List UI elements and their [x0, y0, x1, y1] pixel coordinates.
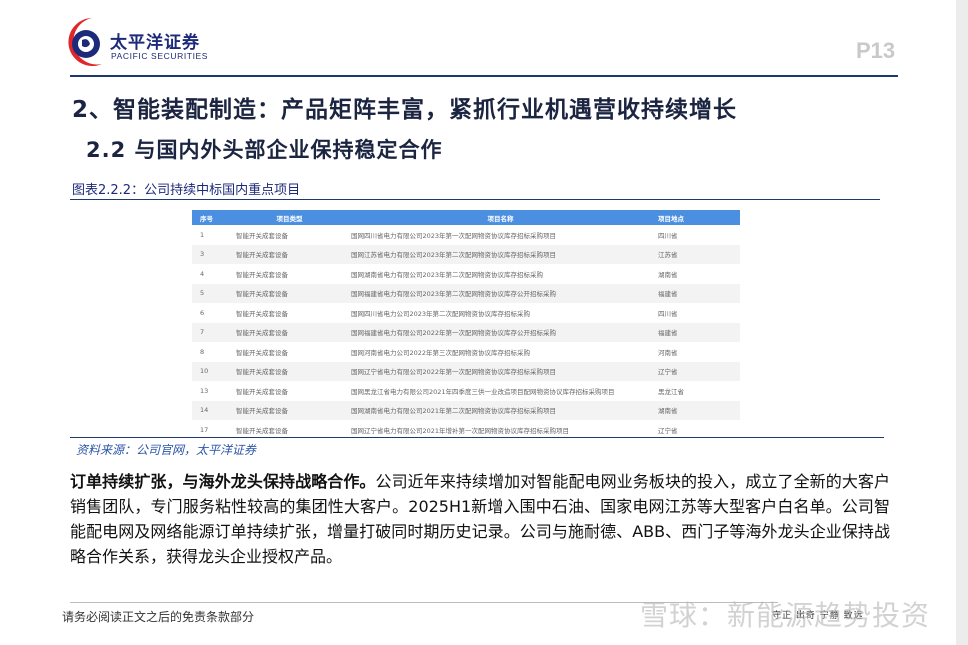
cell-name: 国网四川省电力公司2023年第二次配网物资协议库存招标采购 — [351, 309, 531, 318]
source-note: 资料来源：公司官网，太平洋证券 — [76, 443, 257, 457]
header-type: 项目类型 — [228, 210, 343, 225]
cell-type: 智能开关成套设备 — [236, 387, 288, 396]
table-row: 14 智能开关成套设备 国网湖南省电力有限公司2021年第二次配网物资协议库存招标采… — [192, 400, 740, 420]
table-row: 4 智能开关成套设备 国网湖南省电力有限公司2023年第二次配网物资协议库存招标采购… — [192, 264, 740, 284]
figure-caption: 图表2.2.2：公司持续中标国内重点项目 — [72, 183, 301, 198]
cell-seq: 8 — [200, 347, 205, 356]
header-divider — [70, 75, 898, 77]
brand-name-cn: 太平洋证券 — [110, 33, 200, 53]
caption-divider — [70, 199, 880, 200]
cell-seq: 10 — [192, 361, 228, 381]
source-divider — [70, 437, 884, 438]
cell-location: 河南省 — [658, 348, 678, 357]
cell-seq: 6 — [200, 308, 205, 317]
table-row: 1 智能开关成套设备 国网四川省电力有限公司2023年第一次配网物资协议库存招标采购… — [192, 225, 740, 245]
brand-logo: 太平洋证券 PACIFIC SECURITIES — [62, 14, 212, 68]
cell-seq: 14 — [192, 400, 228, 420]
pacific-logo-icon — [68, 18, 102, 66]
cell-name: 国网河南省电力公司2022年第三次配网物资协议库存招标采购 — [351, 348, 531, 357]
cell-location: 福建省 — [650, 283, 740, 303]
section-subtitle: 2.2 与国内外头部企业保持稳定合作 — [86, 138, 443, 162]
projects-table: 序号 项目类型 项目名称 项目地点 1 智能开关成套设备 国网四川省电力有限公司20… — [192, 210, 740, 440]
table-row: 5 智能开关成套设备 国网福建省电力有限公司2023年第二次配网物资协议库存公开招标… — [192, 283, 740, 303]
cell-seq: 1 — [200, 230, 205, 239]
cell-type: 智能开关成套设备 — [236, 231, 288, 240]
cell-location: 湖南省 — [650, 400, 740, 420]
cell-seq: 3 — [192, 244, 228, 264]
cell-location: 四川省 — [658, 231, 678, 240]
cell-location: 湖南省 — [658, 270, 678, 279]
cell-name: 国网福建省电力有限公司2023年第二次配网物资协议库存公开招标采购 — [343, 283, 650, 303]
cell-seq: 13 — [200, 386, 209, 395]
cell-location: 江苏省 — [650, 244, 740, 264]
footer-disclaimer: 请务必阅读正文之后的免责条款部分 — [62, 610, 255, 624]
cell-name: 国网江苏省电力有限公司2023年第二次配网物资协议库存招标采购项目 — [343, 244, 650, 264]
cell-name: 国网福建省电力有限公司2022年第一次配网物资协议库存公开招标采购 — [343, 322, 650, 342]
page-title: 2、智能装配制造：产品矩阵丰富，紧抓行业机遇营收持续增长 — [72, 97, 738, 123]
cell-name: 国网四川省电力有限公司2023年第一次配网物资协议库存招标采购项目 — [351, 231, 557, 240]
cell-location: 福建省 — [650, 322, 740, 342]
brand-name-en: PACIFIC SECURITIES — [111, 51, 209, 61]
cell-name: 国网黑龙江省电力有限公司2021年四季度三供一业改造项目配网物资协议库存招标采购… — [351, 387, 615, 396]
header-seq: 序号 — [192, 210, 228, 225]
body-paragraph: 订单持续扩张，与海外龙头保持战略合作。公司近年来持续增加对智能配电网业务板块的投… — [70, 469, 890, 569]
cell-type: 智能开关成套设备 — [228, 322, 343, 342]
cell-location: 辽宁省 — [650, 361, 740, 381]
cell-type: 智能开关成套设备 — [236, 348, 288, 357]
cell-type: 智能开关成套设备 — [236, 309, 288, 318]
cell-name: 国网湖南省电力有限公司2021年第二次配网物资协议库存招标采购项目 — [343, 400, 650, 420]
table-row: 3 智能开关成套设备 国网江苏省电力有限公司2023年第二次配网物资协议库存招标采购… — [192, 244, 740, 264]
table-header: 序号 项目类型 项目名称 项目地点 — [192, 210, 740, 225]
table-row: 13 智能开关成套设备 国网黑龙江省电力有限公司2021年四季度三供一业改造项目配网… — [192, 381, 740, 401]
table-row: 8 智能开关成套设备 国网河南省电力公司2022年第三次配网物资协议库存招标采购 河南… — [192, 342, 740, 362]
cell-type: 智能开关成套设备 — [228, 283, 343, 303]
header-name: 项目名称 — [343, 210, 650, 225]
cell-seq: 5 — [192, 283, 228, 303]
cell-location: 四川省 — [658, 309, 678, 318]
cell-type: 智能开关成套设备 — [236, 270, 288, 279]
table-row: 7 智能开关成套设备 国网福建省电力有限公司2022年第一次配网物资协议库存公开招标… — [192, 322, 740, 342]
cell-type: 智能开关成套设备 — [228, 361, 343, 381]
cell-location: 黑龙江省 — [658, 387, 684, 396]
page-number: P13 — [856, 38, 896, 63]
paragraph-lead: 订单持续扩张，与海外龙头保持战略合作。 — [70, 472, 376, 491]
cell-type: 智能开关成套设备 — [228, 400, 343, 420]
header-location: 项目地点 — [650, 210, 740, 225]
cell-seq: 4 — [200, 269, 205, 278]
cell-name: 国网湖南省电力有限公司2023年第二次配网物资协议库存招标采购 — [351, 270, 544, 279]
page-edge — [956, 0, 968, 645]
cell-seq: 7 — [192, 322, 228, 342]
cell-name: 国网辽宁省电力有限公司2022年第一次配网物资协议库存招标采购项目 — [343, 361, 650, 381]
cell-type: 智能开关成套设备 — [228, 244, 343, 264]
table-row: 6 智能开关成套设备 国网四川省电力公司2023年第二次配网物资协议库存招标采购 四川… — [192, 303, 740, 323]
watermark: 雪球：新能源趋势投资 — [640, 599, 931, 632]
table-row: 10 智能开关成套设备 国网辽宁省电力有限公司2022年第一次配网物资协议库存招标采… — [192, 361, 740, 381]
